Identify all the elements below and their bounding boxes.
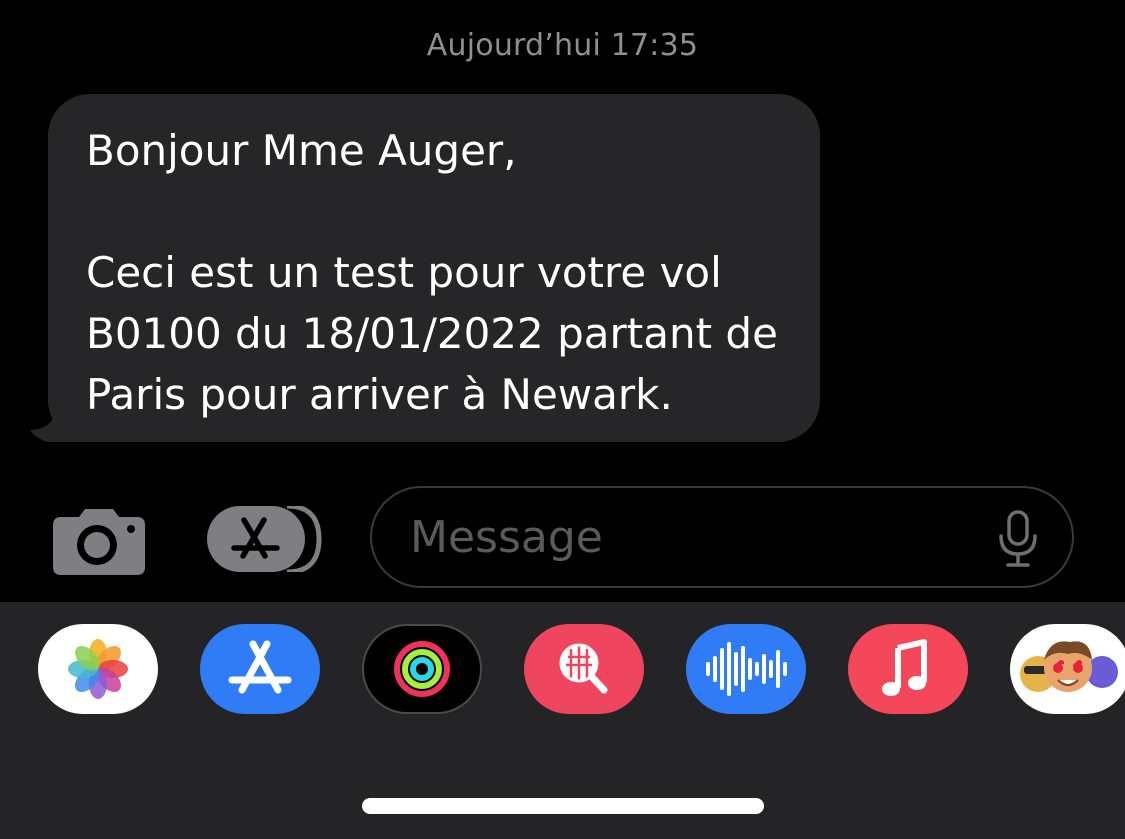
compose-bar: Message [0, 486, 1125, 590]
activity-rings-icon [394, 641, 450, 697]
messages-screen: Aujourd’hui 17:35 Bonjour Mme Auger, Cec… [0, 0, 1125, 839]
app-store-app-button[interactable] [200, 624, 320, 714]
conversation-timestamp: Aujourd’hui 17:35 [426, 28, 699, 63]
activity-app-button[interactable] [362, 624, 482, 714]
home-indicator[interactable] [362, 798, 764, 814]
waveform-icon [706, 642, 787, 696]
memoji-stickers-icon [1020, 641, 1118, 692]
memoji-app-button[interactable] [1010, 624, 1125, 714]
message-bubble[interactable]: Bonjour Mme Auger, Ceci est un test pour… [30, 94, 820, 442]
photos-icon [68, 639, 128, 699]
images-search-app-button[interactable] [524, 624, 644, 714]
message-placeholder: Message [410, 512, 603, 563]
microphone-icon[interactable] [998, 510, 1038, 568]
camera-icon[interactable] [53, 503, 145, 575]
photos-app-button[interactable] [38, 624, 158, 714]
music-app-button[interactable] [848, 624, 968, 714]
audio-message-app-button[interactable] [686, 624, 806, 714]
app-store-icon [228, 640, 292, 694]
message-text: Bonjour Mme Auger, Ceci est un test pour… [86, 126, 778, 419]
message-input[interactable]: Message [370, 486, 1074, 588]
app-store-icon[interactable] [207, 506, 322, 572]
music-note-icon [882, 639, 927, 696]
globe-search-icon [559, 643, 608, 694]
